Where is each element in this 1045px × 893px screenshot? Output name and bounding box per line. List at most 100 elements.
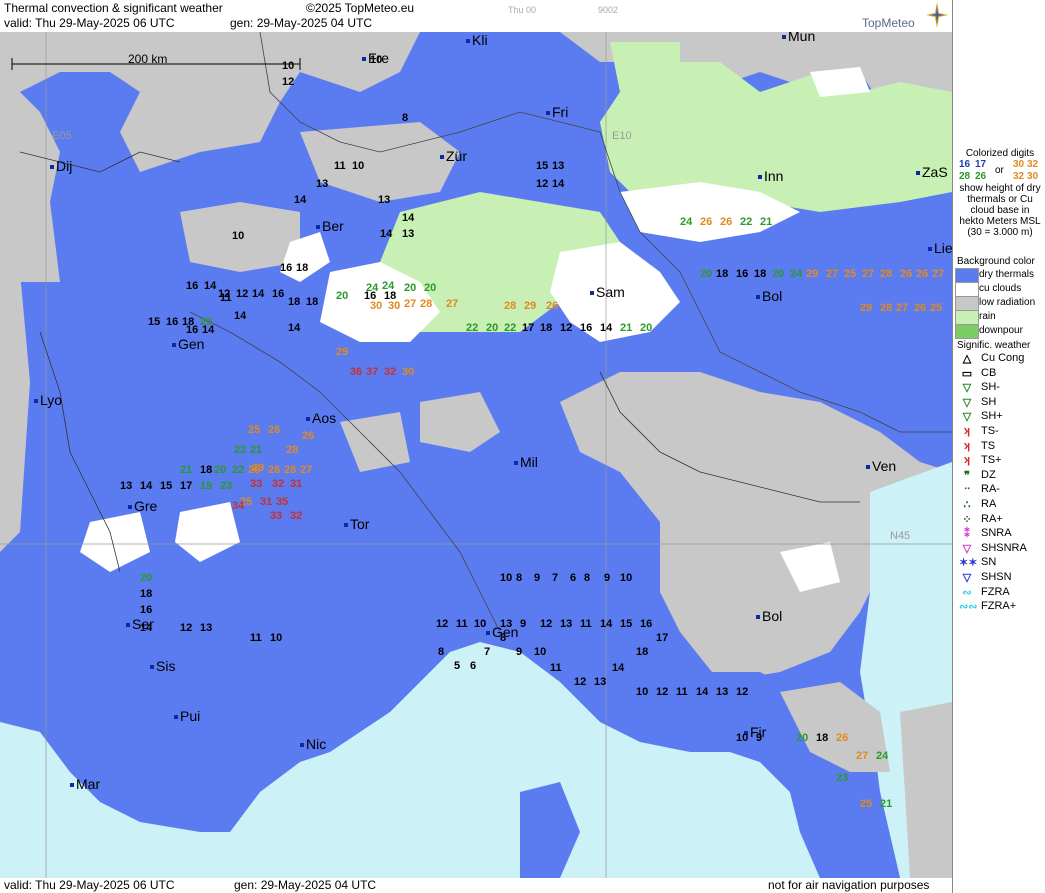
thermal-value: 27: [856, 750, 869, 762]
thermal-value: 27: [932, 268, 945, 280]
thermal-value: 14: [204, 280, 217, 292]
thermal-value: 20: [336, 290, 349, 302]
legend-digit-samples: 16 17 or 30 32 28 26 32 30: [957, 159, 1043, 183]
thermal-value: 12: [282, 76, 295, 88]
brand-logo-text: TopMeteo: [862, 16, 915, 30]
valid-time: valid: Thu 29-May-2025 06 UTC: [4, 16, 175, 30]
city-mar: Mar: [70, 776, 100, 792]
thermal-value: 28: [420, 298, 433, 310]
thermal-value: 8: [438, 646, 445, 658]
thermal-value: 32: [272, 478, 285, 490]
legend-weather-label: RA-: [981, 483, 1000, 496]
thermal-value: 14: [600, 322, 613, 334]
legend-swatch-label: dry thermals: [979, 269, 1035, 280]
thermal-value: 12: [180, 622, 193, 634]
city-pui: Pui: [174, 708, 200, 724]
city-zas: ZaS: [916, 164, 948, 180]
legend-swatch: [955, 282, 979, 297]
thermal-value: 21: [250, 444, 263, 456]
thermal-value: 29: [806, 268, 819, 280]
thermal-value: 11: [250, 632, 262, 644]
thermal-value: 20: [200, 316, 213, 328]
city-ber: Ber: [316, 218, 344, 234]
sleet-icon: ⁑: [964, 528, 970, 541]
legend-swatch-label: cu clouds: [979, 283, 1022, 294]
thermal-value: 13: [378, 194, 391, 206]
thermal-value: 21: [760, 216, 773, 228]
grid-label-e10: E10: [612, 130, 632, 142]
thermal-value: 12: [656, 686, 669, 698]
thermal-value: 29: [336, 346, 349, 358]
thermal-value: 20: [424, 282, 437, 294]
thermal-value: 10: [620, 572, 633, 584]
legend-swatch-label: downpour: [979, 325, 1023, 336]
thermal-value: 36: [350, 366, 363, 378]
thermal-value: 22: [234, 444, 247, 456]
thermal-value: 30: [370, 300, 383, 312]
thermal-value: 8: [402, 112, 409, 124]
thermal-value: 25: [248, 424, 261, 436]
thermal-value: 13: [120, 480, 133, 492]
thermal-value: 26: [916, 268, 929, 280]
legend-weather-label: SH+: [981, 410, 1003, 423]
brand-star-icon: [926, 2, 948, 28]
thunderstorm-icon: ʞ: [963, 439, 971, 452]
thermal-value: 13: [316, 178, 329, 190]
legend-weather-label: TS: [981, 439, 996, 452]
city-bol-north: Bol: [756, 288, 782, 304]
thermal-value: 16: [280, 262, 293, 274]
scale-bar-label: 200 km: [128, 52, 168, 66]
thermal-value: 13: [500, 618, 513, 630]
thermal-value: 27: [300, 464, 313, 476]
city-nic: Nic: [300, 736, 326, 752]
city-gre: Gre: [128, 498, 157, 514]
thermal-value: 27: [826, 268, 839, 280]
thermal-value: 18: [182, 316, 195, 328]
thermal-value: 26: [268, 424, 281, 436]
thermal-value: 11: [220, 292, 232, 304]
city-inn: Inn: [758, 168, 783, 184]
footer-bar: valid: Thu 29-May-2025 06 UTC gen: 29-Ma…: [0, 878, 952, 893]
thermal-value: 10: [232, 230, 245, 242]
thermal-value: 11: [334, 160, 346, 172]
thermal-value: 29: [860, 302, 873, 314]
legend-wx-title: Signific. weather: [957, 340, 1031, 351]
thermal-value: 22: [466, 322, 479, 334]
thermal-value: 15: [536, 160, 549, 172]
footer-disclaimer: not for air navigation purposes: [768, 878, 930, 892]
city-tor: Tor: [344, 516, 369, 532]
thermal-value: 16: [736, 268, 749, 280]
thermal-value: 9: [604, 572, 611, 584]
thermal-value: 29: [524, 300, 537, 312]
legend-swatch: [955, 310, 979, 325]
sample-digit-c: 30: [1013, 159, 1025, 170]
cu-cong-icon: △: [962, 353, 972, 365]
legend-weather-label: RA: [981, 498, 997, 510]
thermal-value: 20: [796, 732, 809, 744]
legend-weather-label: FZRA: [981, 585, 1010, 598]
thermal-value: 21: [620, 322, 633, 334]
gen-time: gen: 29-May-2025 04 UTC: [230, 16, 373, 30]
thermal-value: 14: [140, 622, 153, 634]
rain-light-icon: ∙∙: [963, 483, 971, 496]
thermal-value: 27: [862, 268, 875, 280]
thermal-value: 15: [620, 618, 633, 630]
thermal-value: 18: [716, 268, 729, 280]
city-aos: Aos: [306, 410, 336, 426]
thermal-value: 20: [404, 282, 417, 294]
thermal-value: 29: [252, 462, 265, 474]
thermal-value: 13: [402, 228, 415, 240]
thermal-value: 28: [284, 464, 297, 476]
rain-heavy-icon: ⁘: [962, 513, 972, 526]
sample-or: or: [995, 165, 1004, 176]
city-sis: Sis: [150, 658, 175, 674]
thermal-value: 17: [656, 632, 669, 644]
thermal-value: 22: [740, 216, 753, 228]
thermal-value: 26: [914, 302, 927, 314]
thermal-value: 13: [200, 622, 213, 634]
legend-weather-label: TS+: [981, 454, 1002, 467]
thermal-value: 21: [180, 464, 193, 476]
thermal-value: 14: [600, 618, 613, 630]
legend-digit-note: Colorized digits 16 17 or 30 32 28 26 32…: [957, 148, 1043, 238]
weather-map: 200 km E05 E10 N45 Kli Mun Fre Fri Dij Z…: [0, 32, 952, 878]
